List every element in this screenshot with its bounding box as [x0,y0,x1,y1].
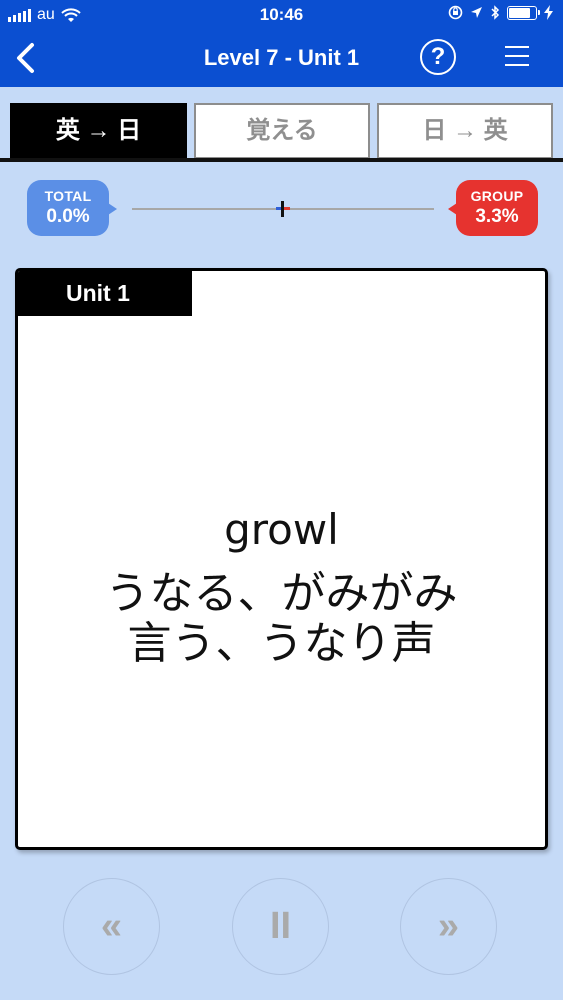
help-button[interactable]: ? [420,39,456,75]
previous-button[interactable]: « [63,878,160,975]
card-meaning-line-2: 言う、うなり声 [127,618,436,669]
unit-tag: Unit 1 [18,271,192,316]
flash-card[interactable]: Unit 1 growl うなる、がみがみ 言う、うなり声 [15,268,548,850]
total-value: 0.0% [46,206,90,227]
total-label: TOTAL [44,188,92,204]
total-progress-badge: TOTAL 0.0% [27,180,117,236]
tab-memorize[interactable]: 覚える [194,103,370,159]
charging-icon [544,5,553,20]
tab-japanese-to-english[interactable]: 日 → 英 [377,103,553,159]
battery-icon [507,5,540,20]
orientation-lock-icon [448,5,463,20]
tab-english-to-japanese[interactable]: 英 → 日 [10,103,187,159]
bluetooth-icon [491,5,500,20]
group-marker [284,207,290,210]
status-bar: au 10:46 [0,0,563,30]
group-label: GROUP [470,188,524,204]
card-meaning: うなる、がみがみ 言う、うなり声 [18,569,545,669]
next-button[interactable]: » [400,878,497,975]
location-icon [471,7,482,18]
group-progress-badge: GROUP 3.3% [448,180,538,236]
hamburger-menu-icon[interactable] [505,46,529,68]
tabs-divider [0,158,563,162]
page-title: Level 7 - Unit 1 [203,45,360,70]
card-meaning-line-1: うなる、がみがみ [105,568,458,619]
nav-bar: Level 7 - Unit 1 ? [0,30,563,87]
group-value: 3.3% [475,206,519,227]
card-word: growl [224,505,339,554]
pause-button[interactable]: II [232,878,329,975]
status-bar-right [448,5,553,20]
progress-marker [281,201,284,217]
